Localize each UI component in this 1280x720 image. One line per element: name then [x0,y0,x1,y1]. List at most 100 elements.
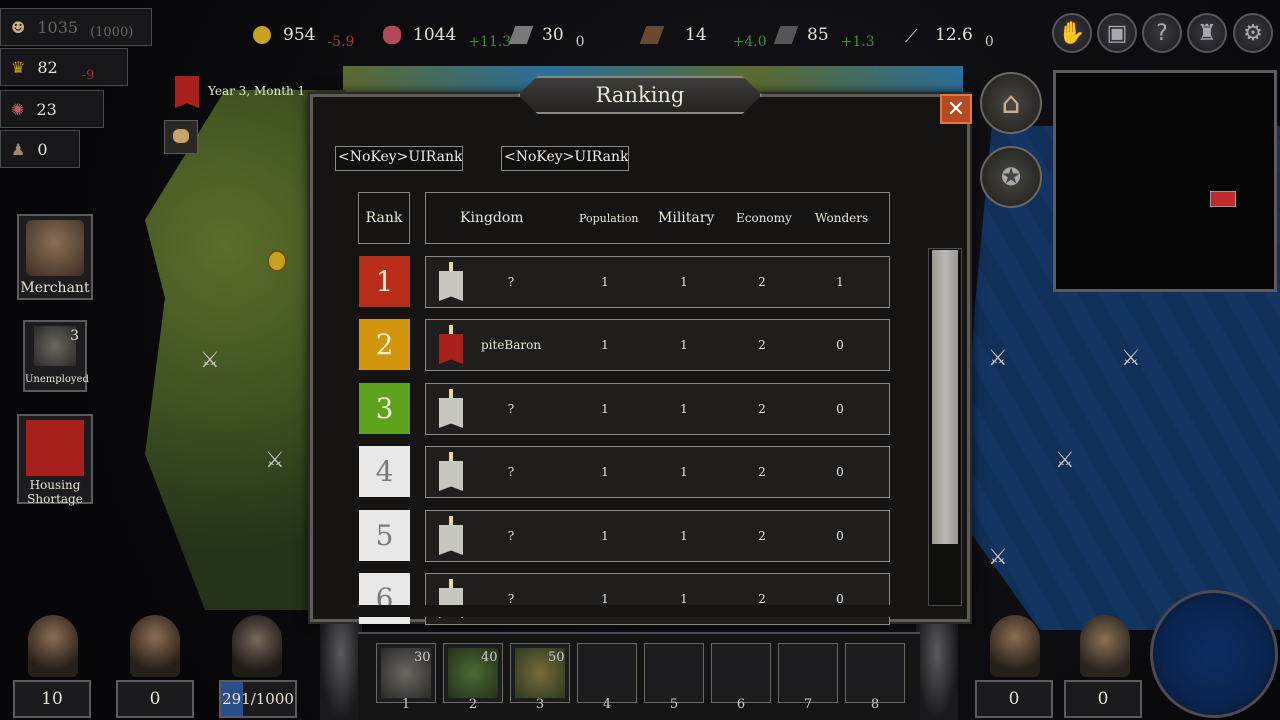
slot-number: 2 [468,697,478,712]
resource-value: 954 [283,25,316,45]
scrollbar-thumb[interactable] [932,250,958,544]
resource-value: 12.6 [935,25,973,45]
crossed-swords-icon[interactable]: ⚔ [988,346,1008,371]
kingdom-name: ? [507,275,515,289]
unit-slot[interactable] [644,643,704,703]
gold-deposit-icon[interactable] [267,250,287,272]
advisor-portrait-2[interactable] [130,615,180,677]
crossed-swords-icon[interactable]: ⚔ [988,545,1008,570]
crossed-swords-icon[interactable]: ⚔ [200,348,220,373]
unit-slot[interactable] [778,643,838,703]
health-icon: ✺ [11,99,25,119]
merchant-button[interactable]: Merchant [17,214,93,300]
rank-badge: 5 [359,510,410,561]
sword-icon: ⟋ [905,26,918,47]
unit-slot[interactable] [577,643,637,703]
resource-delta: 0 [984,34,994,50]
home-button[interactable]: ⌂ [980,72,1042,134]
unit-slot[interactable] [711,643,771,703]
population-value: 1035 [37,17,79,37]
population-cell: 1 [601,465,609,479]
slot-number: 3 [535,697,545,712]
unemployed-label: Unemployed [25,374,89,385]
diplomacy-button[interactable]: ✋ [1052,13,1092,53]
happiness-value: 82 [37,57,58,77]
handshake-icon: ✋ [1058,20,1086,46]
crossed-swords-icon[interactable]: ⚔ [265,448,285,473]
ranking-row[interactable]: ? 1 1 2 0 [425,573,890,625]
achievements-button[interactable]: ✪ [980,146,1042,208]
crossed-swords-icon[interactable]: ⚔ [1055,448,1075,473]
population-cell: 1 [601,529,609,543]
army-count-box: 291/1000 [219,680,297,718]
crossed-swords-icon[interactable]: ⚔ [1121,346,1141,371]
save-button[interactable]: ▣ [1097,13,1137,53]
dialog-title: Ranking [518,76,762,114]
knight-statue-right [916,624,958,720]
ranking-row[interactable]: piteBaron 1 1 2 0 [425,319,890,371]
housing-label: Housing Shortage [27,478,83,506]
compass-dial[interactable] [1150,590,1278,718]
gold-coin-icon [253,26,271,44]
population-header-label: Population [579,211,639,225]
castle-icon: ♜ [1197,20,1217,46]
advisor-portrait-5[interactable] [1080,615,1130,677]
slot-count: 40 [481,650,498,665]
kingdom-flag-icon [439,334,463,364]
rank-header-label: Rank [365,210,403,226]
ranking-tab-1[interactable]: <NoKey>UIRankin [335,146,463,171]
kingdom-banner-icon[interactable] [175,76,199,108]
event-button[interactable] [164,120,198,154]
unemployed-count: 3 [70,328,79,344]
castle-button[interactable]: ♜ [1187,13,1227,53]
health-stat: ✺ 23 [0,90,104,128]
happiness-delta: -9 [81,67,95,83]
count-box-1: 10 [13,680,91,718]
slot-number: 6 [736,697,746,712]
minimap[interactable] [1053,70,1277,292]
economy-cell: 2 [758,402,766,416]
rank-badge: 1 [359,256,410,307]
merchant-label: Merchant [20,280,90,296]
flag-pole-icon [449,452,453,462]
gear-icon: ⚙ [1243,20,1263,46]
help-button[interactable]: ? [1142,13,1182,53]
kingdom-name: piteBaron [480,338,542,352]
wonders-cell: 1 [836,275,844,289]
rank-number: 1 [375,265,394,298]
resource-value: 1044 [413,25,457,45]
resource-iron: 85 +1.3 [773,20,875,50]
unemployed-button[interactable]: 3 Unemployed [23,320,89,392]
close-button[interactable]: ✕ [940,94,972,124]
ranking-row[interactable]: ? 1 1 2 0 [425,510,890,562]
meat-icon [383,26,401,44]
resource-delta: +11.3 [468,34,512,50]
slot-number: 7 [803,697,813,712]
commander-portrait[interactable] [232,615,282,677]
advisor-portrait-4[interactable] [990,615,1040,677]
ranking-row[interactable]: ? 1 1 2 0 [425,383,890,435]
ranking-row[interactable]: ? 1 1 2 0 [425,446,890,498]
rank-badge: 4 [359,446,410,497]
flag-pole-icon [449,579,453,589]
unit-slot[interactable] [845,643,905,703]
house-icon: ⌂ [1001,85,1021,121]
resource-value: 14 [685,25,707,45]
ranking-row[interactable]: ? 1 1 2 1 [425,256,890,308]
kingdom-name: ? [507,529,515,543]
economy-cell: 2 [758,529,766,543]
settings-button[interactable]: ⚙ [1233,13,1273,53]
slot-number: 8 [870,697,880,712]
wood-icon [639,26,665,44]
population-max: (1000) [90,24,134,40]
wonders-header-label: Wonders [815,211,869,225]
population-icon: ☻ [11,17,26,37]
flag-pole-icon [449,262,453,272]
housing-shortage-button[interactable]: Housing Shortage [17,414,93,506]
close-icon: ✕ [946,96,966,122]
advisor-portrait-1[interactable] [28,615,78,677]
population-cell: 1 [601,402,609,416]
merchant-portrait [26,220,84,276]
knight-statue-left [320,624,362,720]
ranking-tab-2[interactable]: <NoKey>UIRankin [501,146,629,171]
